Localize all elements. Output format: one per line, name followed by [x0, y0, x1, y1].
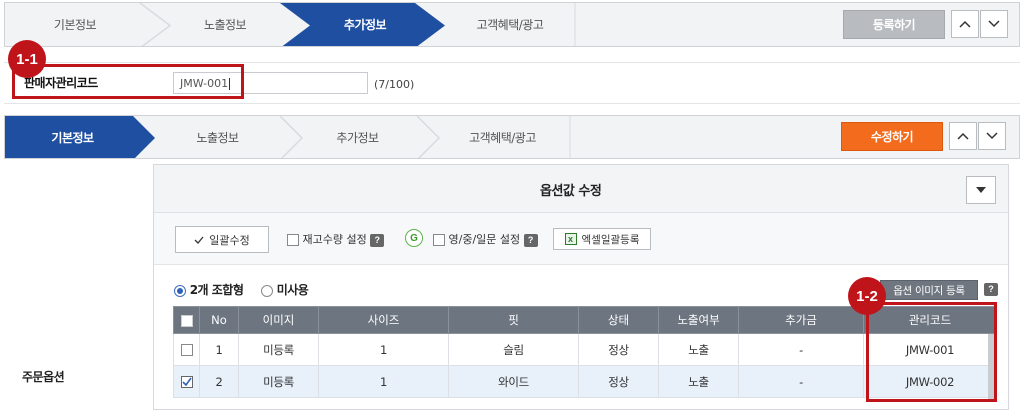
row-checkbox[interactable] [173, 365, 200, 398]
tab-extra-info[interactable]: 추가정보 [295, 3, 435, 46]
checkbox-checked-icon [180, 376, 193, 388]
register-button[interactable]: 등록하기 [843, 10, 945, 39]
chevron-up-icon [957, 132, 969, 140]
order-option-label: 주문옵션 [22, 370, 65, 384]
header-image: 이미지 [238, 306, 319, 334]
cell-size: 1 [318, 365, 449, 398]
radio-unused[interactable]: 미사용 [261, 281, 309, 298]
radio-combo[interactable]: 2개 조합형 [174, 281, 244, 298]
option-image-button[interactable]: 옵션 이미지 등록 [880, 280, 978, 300]
seller-code-counter: (7/100) [374, 78, 415, 91]
radio-unused-label: 미사용 [276, 283, 309, 297]
scroll-down-button-2[interactable] [978, 122, 1006, 150]
tab2-display-info[interactable]: 노출정보 [150, 116, 285, 158]
g-icon: G [405, 229, 423, 247]
checkbox-icon [433, 234, 445, 246]
radio-empty-icon [261, 284, 273, 297]
cell-display: 노출 [658, 365, 739, 398]
g-label: G [410, 232, 418, 244]
stock-setting-label: 재고수량 설정 [302, 233, 367, 246]
cell-status: 정상 [578, 365, 659, 398]
excel-icon: x [564, 233, 577, 245]
panel-toggle-button[interactable] [966, 176, 996, 204]
checkbox-icon [287, 234, 299, 246]
dropdown-icon [976, 187, 986, 193]
badge-1-2: 1-2 [848, 277, 886, 315]
checkmark-icon [181, 377, 192, 387]
row-checkbox[interactable] [173, 333, 200, 366]
edit-button[interactable]: 수정하기 [841, 122, 943, 151]
badge-1-1: 1-1 [8, 40, 46, 78]
cell-no: 1 [199, 333, 239, 366]
radio-selected-icon [174, 284, 186, 297]
bulk-edit-label: 일괄수정 [209, 233, 250, 247]
cell-extra-price: - [738, 333, 864, 366]
header-select-all[interactable] [173, 306, 200, 334]
stock-setting-checkbox[interactable]: 재고수량 설정 ? [287, 231, 385, 247]
checkmark-icon [194, 236, 204, 244]
chevron-up-icon [959, 20, 971, 28]
header-no: No [199, 306, 239, 334]
scroll-up-button[interactable] [951, 10, 979, 38]
cell-status: 정상 [578, 333, 659, 366]
tab-display-info[interactable]: 노출정보 [155, 3, 295, 46]
cell-size: 1 [318, 333, 449, 366]
checkbox-icon [180, 314, 193, 327]
highlight-manage-code [866, 302, 997, 402]
radio-combo-label: 2개 조합형 [189, 283, 244, 297]
cell-fit: 슬림 [448, 333, 579, 366]
scroll-down-button[interactable] [980, 10, 1008, 38]
tab2-basic-info[interactable]: 기본정보 [5, 116, 140, 158]
chevron-down-icon [988, 20, 1000, 28]
tab-benefit-ad[interactable]: 고객혜택/광고 [445, 3, 575, 46]
cell-display: 노출 [658, 333, 739, 366]
help-icon[interactable]: ? [370, 233, 385, 247]
header-fit: 핏 [448, 306, 579, 334]
excel-register-button[interactable]: x 엑셀일괄등록 [553, 228, 651, 250]
lang-setting-checkbox[interactable]: 영/중/일문 설정 ? [433, 231, 538, 247]
cell-no: 2 [199, 365, 239, 398]
cell-image: 미등록 [238, 365, 319, 398]
cell-fit: 와이드 [448, 365, 579, 398]
scroll-up-button-2[interactable] [949, 122, 977, 150]
lang-setting-label: 영/중/일문 설정 [448, 233, 521, 246]
header-status: 상태 [578, 306, 659, 334]
bulk-edit-button[interactable]: 일괄수정 [175, 226, 269, 253]
tab2-extra-info[interactable]: 추가정보 [290, 116, 425, 158]
cell-image: 미등록 [238, 333, 319, 366]
help-icon[interactable]: ? [523, 233, 538, 247]
checkbox-icon [180, 344, 193, 356]
header-display: 노출여부 [658, 306, 739, 334]
header-size: 사이즈 [318, 306, 449, 334]
highlight-seller-code [12, 64, 244, 99]
tab2-benefit-ad[interactable]: 고객혜택/광고 [435, 116, 570, 158]
excel-register-label: 엑셀일괄등록 [581, 233, 640, 246]
header-extra-price: 추가금 [738, 306, 864, 334]
cell-extra-price: - [738, 365, 864, 398]
help-icon[interactable]: ? [984, 283, 998, 296]
option-panel-title: 옵션값 수정 [540, 184, 602, 199]
chevron-down-icon [986, 132, 998, 140]
